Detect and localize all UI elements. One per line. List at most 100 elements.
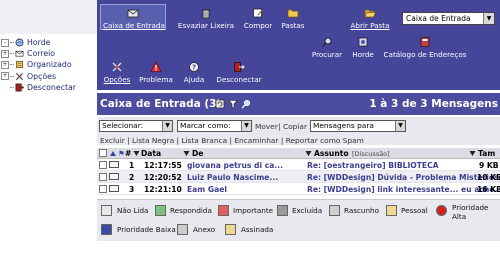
options-icon <box>112 62 122 72</box>
report-spam-link[interactable]: Reportar como Spam <box>286 136 364 145</box>
separator: | <box>176 136 180 145</box>
address-book-icon <box>420 37 430 47</box>
important-icon <box>218 205 229 216</box>
blacklist-link[interactable]: Lista Negra <box>132 136 174 145</box>
address-book-button[interactable]: Catálogo de Endereços <box>383 36 467 59</box>
horde-icon <box>358 37 368 47</box>
destination-folder-dropdown[interactable]: Mensagens para ▼ <box>310 120 406 132</box>
filter-icon[interactable] <box>228 99 238 109</box>
horde-button[interactable]: Horde <box>348 36 378 59</box>
sidebar-item-organizado[interactable]: + Organizado <box>0 59 97 70</box>
tree-expander[interactable]: - <box>1 38 9 47</box>
sidebar-item-label: Organizado <box>27 60 72 70</box>
copy-link[interactable]: Copiar <box>283 122 307 131</box>
separator: | <box>280 136 284 145</box>
column-header-from[interactable]: De <box>192 149 203 158</box>
open-folder-button[interactable]: Abrir Pasta <box>347 7 393 30</box>
main-toolbar: Caixa de Entrada Esvaziar Lixeira Compor… <box>97 0 500 90</box>
sort-desc-icon[interactable] <box>305 150 312 157</box>
trash-icon <box>202 9 210 19</box>
select-all-checkbox[interactable] <box>99 149 107 157</box>
sidebar-item-desconectar[interactable]: Desconectar <box>0 82 97 93</box>
problem-icon <box>150 61 162 72</box>
folders-button[interactable]: Pastas <box>277 7 309 30</box>
column-header-date[interactable]: Data <box>141 149 161 158</box>
separator: | <box>229 136 232 145</box>
tree-expander[interactable]: + <box>1 60 9 69</box>
help-button[interactable]: ? Ajuda <box>181 61 207 84</box>
move-link[interactable]: Mover <box>255 122 278 131</box>
sidebar-tree: - Horde + Correio + Organizado + Opções <box>0 37 97 93</box>
status-legend: Não Lida Respondida Importante Excluída … <box>97 199 500 241</box>
message-count: 1 à 3 de 3 Mensagens <box>369 98 498 110</box>
whitelist-link[interactable]: Lista Branca <box>181 136 227 145</box>
tree-expander[interactable]: + <box>1 72 9 81</box>
separator: | <box>127 136 130 145</box>
high-priority-icon <box>436 205 447 216</box>
column-header-subject[interactable]: Assunto <box>314 149 349 158</box>
message-table: ⚑ # Data De Assunto [Discussão] Tam 1 12… <box>97 148 500 195</box>
sort-desc-icon[interactable] <box>469 150 476 157</box>
search-icon <box>322 37 332 47</box>
separator: | <box>278 122 281 131</box>
table-header: ⚑ # Data De Assunto [Discussão] Tam <box>97 148 500 159</box>
mailbox-select[interactable]: Caixa de Entrada ▼ <box>402 12 495 25</box>
row-checkbox[interactable] <box>99 160 107 169</box>
svg-text:?: ? <box>192 63 196 71</box>
sidebar-item-label: Desconectar <box>27 82 76 92</box>
organizer-icon <box>15 61 24 69</box>
sidebar-item-horde[interactable]: - Horde <box>0 37 97 48</box>
attachment-icon <box>177 224 188 235</box>
unread-envelope-icon <box>109 160 119 168</box>
select-dropdown[interactable]: Selecionar: ▼ <box>99 120 173 132</box>
table-row[interactable]: 1 12:17:55 giovana petrus di ca... Re: [… <box>97 159 500 171</box>
open-folder-icon <box>364 9 376 18</box>
signed-icon <box>225 224 236 235</box>
chevron-down-icon: ▼ <box>241 121 251 131</box>
column-header-num[interactable]: # <box>125 149 131 158</box>
search-icon[interactable] <box>241 99 251 109</box>
options-button[interactable]: Opções <box>102 61 132 84</box>
chevron-down-icon: ▼ <box>395 121 405 131</box>
empty-trash-button[interactable]: Esvaziar Lixeira <box>173 7 239 30</box>
logout-button[interactable]: Desconectar <box>211 61 267 84</box>
flag-column-header[interactable]: ⚑ <box>118 149 125 158</box>
answered-icon <box>155 205 166 216</box>
delete-link[interactable]: Excluir <box>100 136 125 145</box>
personal-icon <box>386 205 397 216</box>
tree-expander[interactable]: + <box>1 49 9 58</box>
table-row[interactable]: 2 12:20:52 Luiz Paulo Nascime... Re: [WD… <box>97 171 500 183</box>
sidebar-item-label: Opções <box>27 71 57 81</box>
horde-globe-icon <box>15 38 24 47</box>
logout-icon <box>15 83 24 92</box>
table-row[interactable]: 3 12:21:10 Eam Gael Re: [WDDesign] link … <box>97 183 500 195</box>
search-button[interactable]: Procurar <box>310 36 344 59</box>
refresh-icon[interactable] <box>215 99 225 109</box>
forward-link[interactable]: Encaminhar <box>234 136 278 145</box>
sort-desc-icon[interactable] <box>183 150 190 157</box>
logout-icon <box>234 62 245 72</box>
thread-link[interactable]: [Discussão] <box>352 150 390 158</box>
row-checkbox[interactable] <box>99 172 107 181</box>
tree-expander <box>1 83 9 91</box>
sidebar-item-opcoes[interactable]: + Opções <box>0 71 97 82</box>
inbox-button[interactable]: Caixa de Entrada <box>103 7 165 30</box>
unread-icon <box>101 205 112 216</box>
row-checkbox[interactable] <box>99 184 107 193</box>
sidebar-item-label: Horde <box>27 38 51 48</box>
column-header-size[interactable]: Tam <box>478 149 495 158</box>
sort-icon[interactable] <box>109 150 117 158</box>
compose-button[interactable]: Compor <box>242 7 274 30</box>
deleted-icon <box>277 205 288 216</box>
unread-envelope-icon <box>109 172 119 180</box>
options-icon <box>15 72 24 80</box>
sidebar-item-correio[interactable]: + Correio <box>0 48 97 59</box>
sort-desc-icon[interactable] <box>133 150 140 157</box>
page-title: Caixa de Entrada (3) <box>100 98 222 110</box>
draft-icon <box>329 205 340 216</box>
folders-icon <box>287 9 299 18</box>
problem-button[interactable]: Problema <box>137 61 175 84</box>
mark-as-dropdown[interactable]: Marcar como: ▼ <box>177 120 252 132</box>
low-priority-icon <box>101 224 112 235</box>
sidebar-header <box>0 0 97 34</box>
